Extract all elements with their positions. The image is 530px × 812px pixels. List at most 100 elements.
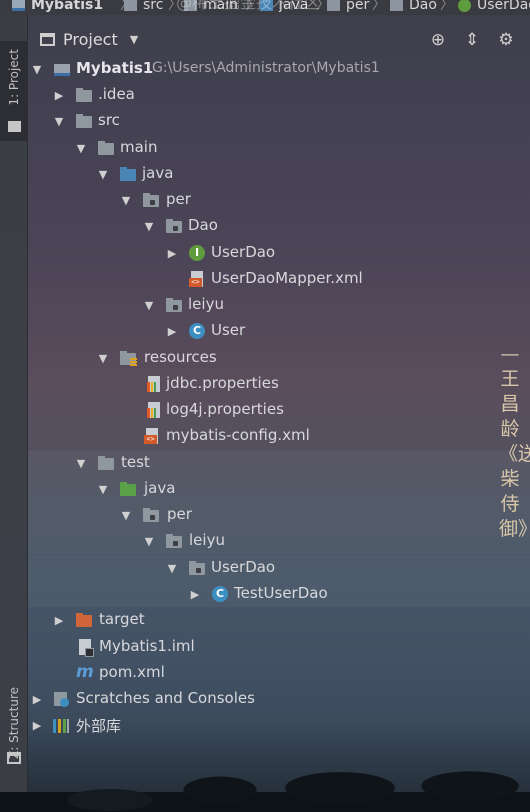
tree-node-label: UserDao bbox=[211, 558, 276, 576]
tree-node-label: resources bbox=[144, 348, 217, 366]
expand-arrow-icon[interactable]: ▶ bbox=[52, 614, 66, 627]
module-icon bbox=[12, 0, 25, 11]
tree-node-src[interactable]: ▼ src bbox=[28, 108, 530, 134]
tree-node-label: mybatis-config.xml bbox=[166, 426, 310, 444]
tree-node-label: per bbox=[167, 505, 192, 523]
project-tool-tab[interactable]: 1: Project bbox=[0, 41, 27, 141]
wallpaper-poem: —王昌龄《送柴侍御》 bbox=[499, 343, 530, 540]
breadcrumb-item-userdao[interactable]: UserDao bbox=[458, 0, 530, 12]
folder-icon bbox=[76, 87, 92, 103]
expand-arrow-icon[interactable]: ▼ bbox=[96, 483, 110, 496]
locate-icon[interactable]: ⊕ bbox=[428, 30, 448, 50]
tree-node-label: pom.xml bbox=[99, 663, 165, 681]
expand-arrow-icon[interactable]: ▶ bbox=[165, 247, 179, 260]
tree-node-per[interactable]: ▼ per bbox=[28, 187, 530, 213]
tree-node-mybatis-config-xml[interactable]: mybatis-config.xml bbox=[28, 423, 530, 449]
resources-folder-icon bbox=[120, 350, 137, 366]
tree-node-userdaomapper-xml[interactable]: UserDaoMapper.xml bbox=[28, 266, 530, 292]
tree-node-test-java[interactable]: ▼ java bbox=[28, 476, 530, 502]
expand-arrow-icon[interactable]: ▼ bbox=[96, 168, 110, 181]
expand-arrow-icon[interactable]: ▼ bbox=[119, 194, 133, 207]
tree-node-testuserdao[interactable]: ▶ C TestUserDao bbox=[28, 581, 530, 607]
iml-file-icon bbox=[77, 639, 94, 657]
tree-node-user[interactable]: ▶ C User bbox=[28, 318, 530, 344]
gear-icon[interactable]: ⚙ bbox=[496, 30, 516, 50]
breadcrumb-separator: 〉 bbox=[440, 0, 454, 13]
expand-arrow-icon[interactable]: ▶ bbox=[30, 719, 44, 732]
tree-node-resources[interactable]: ▼ resources bbox=[28, 345, 530, 371]
tree-node-target[interactable]: ▶ target bbox=[28, 607, 530, 633]
source-folder-icon bbox=[120, 166, 136, 182]
tree-node-label: log4j.properties bbox=[166, 400, 284, 418]
tree-node-mybatis1-iml[interactable]: Mybatis1.iml bbox=[28, 634, 530, 660]
expand-arrow-icon[interactable]: ▼ bbox=[52, 115, 66, 128]
package-icon bbox=[166, 218, 182, 234]
project-view-selector[interactable]: Project ▼ bbox=[40, 30, 138, 49]
tree-node-external-libraries[interactable]: ▶ 外部库 bbox=[28, 712, 530, 738]
tree-node-log4j-properties[interactable]: log4j.properties bbox=[28, 397, 530, 423]
tree-node-scratches-and-consoles[interactable]: ▶ Scratches and Consoles bbox=[28, 686, 530, 712]
tree-node-label: Scratches and Consoles bbox=[76, 689, 255, 707]
test-source-folder-icon bbox=[120, 481, 136, 497]
breadcrumb: Mybatis1 〉 src 〉 main 〉 java 〉 per 〉 Dao… bbox=[0, 0, 530, 15]
folder-icon bbox=[124, 0, 137, 11]
package-icon bbox=[143, 192, 159, 208]
project-panel-header: Project ▼ ⊕ ⇕ ⚙ bbox=[28, 28, 530, 54]
expand-arrow-icon[interactable]: ▼ bbox=[119, 509, 133, 522]
tree-node-mybatis1[interactable]: ▼ Mybatis1 G:\Users\Administrator\Mybati… bbox=[28, 56, 530, 82]
tree-node-label: leiyu bbox=[188, 295, 224, 313]
tree-node-pom-xml[interactable]: m pom.xml bbox=[28, 660, 530, 686]
tree-node-label: leiyu bbox=[189, 531, 225, 549]
interface-icon bbox=[458, 0, 471, 12]
window-icon bbox=[40, 33, 55, 46]
breadcrumb-item-dao[interactable]: Dao bbox=[390, 0, 437, 12]
tree-node-idea[interactable]: ▶ .idea bbox=[28, 82, 530, 108]
xml-file-icon bbox=[144, 428, 160, 444]
module-icon bbox=[54, 61, 70, 77]
tree-node-label: TestUserDao bbox=[234, 584, 328, 602]
breadcrumb-item-src[interactable]: src bbox=[124, 0, 163, 12]
tree-node-test-leiyu[interactable]: ▼ leiyu bbox=[28, 528, 530, 554]
tree-node-jdbc-properties[interactable]: jdbc.properties bbox=[28, 371, 530, 397]
tree-node-test-userdao[interactable]: ▼ UserDao bbox=[28, 555, 530, 581]
tree-node-test-per[interactable]: ▼ per bbox=[28, 502, 530, 528]
chevron-down-icon: ▼ bbox=[129, 33, 139, 46]
tree-node-label: Mybatis1.iml bbox=[99, 637, 195, 655]
package-icon bbox=[143, 507, 159, 523]
expand-arrow-icon[interactable]: ▼ bbox=[74, 142, 88, 155]
tree-node-main[interactable]: ▼ main bbox=[28, 135, 530, 161]
tree-node-label: Dao bbox=[188, 216, 218, 234]
maven-icon: m bbox=[76, 662, 94, 682]
collapse-all-icon[interactable]: ⇕ bbox=[462, 30, 482, 50]
folder-icon bbox=[98, 455, 114, 471]
expand-arrow-icon[interactable]: ▶ bbox=[30, 693, 44, 706]
tree-node-label: User bbox=[211, 321, 246, 339]
expand-arrow-icon[interactable]: ▼ bbox=[142, 220, 156, 233]
tree-node-label: target bbox=[99, 610, 145, 628]
expand-arrow-icon[interactable]: ▼ bbox=[142, 299, 156, 312]
project-tab-label: 1: Project bbox=[7, 49, 21, 106]
expand-arrow-icon[interactable]: ▼ bbox=[165, 562, 179, 575]
expand-arrow-icon[interactable]: ▶ bbox=[52, 89, 66, 102]
tree-node-userdao[interactable]: ▶ I UserDao bbox=[28, 240, 530, 266]
expand-arrow-icon[interactable]: ▼ bbox=[142, 535, 156, 548]
watermark: @稀土掘金技术社区 bbox=[176, 0, 321, 12]
tree-node-test[interactable]: ▼ test bbox=[28, 450, 530, 476]
tree-node-leiyu[interactable]: ▼ leiyu bbox=[28, 292, 530, 318]
breadcrumb-item-mybatis1[interactable]: Mybatis1 bbox=[12, 0, 103, 12]
expand-arrow-icon[interactable]: ▶ bbox=[165, 325, 179, 338]
package-icon bbox=[390, 0, 403, 11]
expand-arrow-icon[interactable]: ▶ bbox=[188, 588, 202, 601]
header-toolbar: ⊕ ⇕ ⚙ bbox=[428, 30, 516, 50]
expand-arrow-icon[interactable]: ▼ bbox=[30, 63, 44, 76]
tree-node-dao[interactable]: ▼ Dao bbox=[28, 213, 530, 239]
expand-arrow-icon[interactable]: ▼ bbox=[74, 457, 88, 470]
library-icon bbox=[53, 717, 69, 733]
scratches-icon bbox=[53, 691, 69, 707]
properties-file-icon bbox=[146, 402, 162, 418]
expand-arrow-icon[interactable]: ▼ bbox=[96, 352, 110, 365]
tree-node-main-java[interactable]: ▼ java bbox=[28, 161, 530, 187]
properties-file-icon bbox=[146, 376, 162, 392]
test-class-icon: C bbox=[212, 586, 228, 602]
breadcrumb-item-per[interactable]: per bbox=[327, 0, 369, 12]
